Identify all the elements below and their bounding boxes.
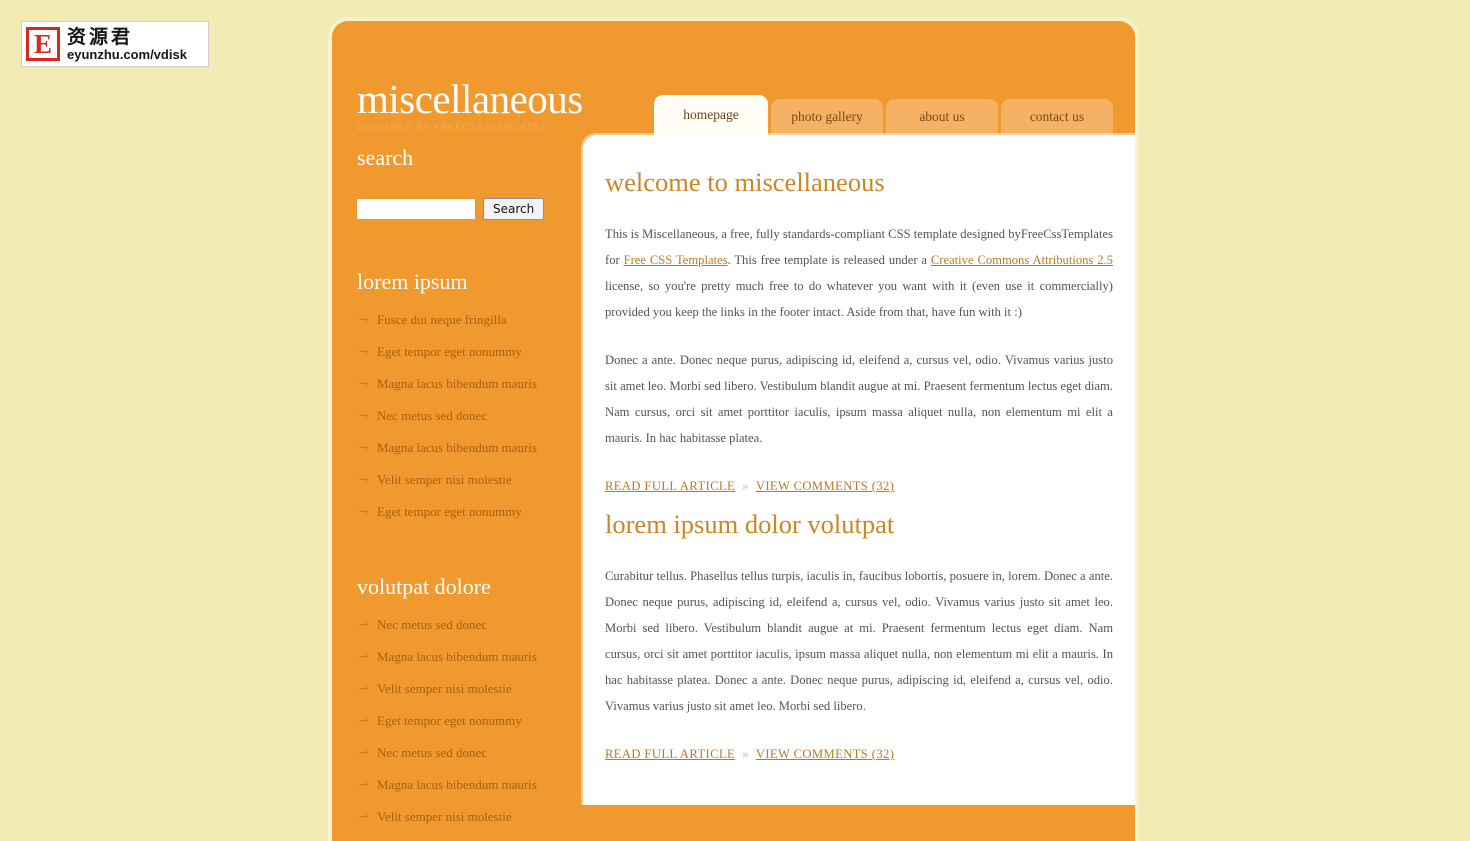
sidebar-block: volutpat dolore → Nec metus sed donec → Magn… xyxy=(357,572,583,833)
search-button[interactable]: Search xyxy=(483,198,545,220)
creative-commons-link[interactable]: Creative Commons Attributions 2.5 xyxy=(931,253,1113,267)
post-paragraph-2: Donec a ante. Donec neque purus, adipisc… xyxy=(605,353,1113,445)
list-item[interactable]: → Magna lacus bibendum mauris xyxy=(357,368,583,400)
meta-separator: » xyxy=(742,479,749,493)
sidebar: search Search lorem ipsum → Fusce dui nequ… xyxy=(332,135,583,833)
list-item[interactable]: → Eget tempor eget nonummy xyxy=(357,336,583,368)
list-item[interactable]: → Velit semper nisi molestie xyxy=(357,673,583,705)
meta-separator: » xyxy=(742,747,749,761)
sidebar-link-list: → Nec metus sed donec → Magna lacus bibendu… xyxy=(357,609,583,833)
list-item[interactable]: → Nec metus sed donec xyxy=(357,400,583,432)
search-form[interactable]: Search xyxy=(357,198,583,220)
arrow-right-icon: → xyxy=(359,682,369,695)
nav-item-homepage[interactable]: homepage xyxy=(654,95,768,135)
sidebar-blocks: lorem ipsum → Fusce dui neque fringilla → Eg… xyxy=(357,267,583,833)
post-welcome: welcome to miscellaneous This is Miscell… xyxy=(605,165,1113,499)
site-tagline: DESIGNED BY FREECSSTEMPLATES xyxy=(357,122,548,132)
post-meta: READ FULL ARTICLE » VIEW COMMENTS (32) xyxy=(605,473,1113,499)
list-item[interactable]: → Nec metus sed donec xyxy=(357,737,583,769)
nav-item-about-us[interactable]: about us xyxy=(886,99,998,135)
list-item[interactable]: → Velit semper nisi molestie xyxy=(357,464,583,496)
watermark-badge-icon: E xyxy=(26,27,60,61)
main-content: welcome to miscellaneous This is Miscell… xyxy=(583,135,1135,805)
post-text-c: license, so you're pretty much free to d… xyxy=(605,279,1113,319)
arrow-right-icon: → xyxy=(359,650,369,663)
arrow-right-icon: → xyxy=(359,409,369,422)
site-title: miscellaneous xyxy=(357,76,583,122)
sidebar-link[interactable]: Eget tempor eget nonummy xyxy=(377,713,522,728)
sidebar-link[interactable]: Fusce dui neque fringilla xyxy=(377,312,507,327)
sidebar-link[interactable]: Magna lacus bibendum mauris xyxy=(377,649,537,664)
arrow-right-icon: → xyxy=(359,778,369,791)
nav-item-photo-gallery[interactable]: photo gallery xyxy=(771,99,883,135)
list-item[interactable]: → Nec metus sed donec xyxy=(357,609,583,641)
sidebar-link[interactable]: Magna lacus bibendum mauris xyxy=(377,440,537,455)
arrow-right-icon: → xyxy=(359,473,369,486)
list-item[interactable]: → Eget tempor eget nonummy xyxy=(357,496,583,528)
arrow-right-icon: → xyxy=(359,746,369,759)
post-title: welcome to miscellaneous xyxy=(605,167,885,197)
view-comments-link[interactable]: VIEW COMMENTS (32) xyxy=(756,747,895,761)
sidebar-link[interactable]: Eget tempor eget nonummy xyxy=(377,504,522,519)
sidebar-link[interactable]: Velit semper nisi molestie xyxy=(377,809,512,824)
list-item[interactable]: → Eget tempor eget nonummy xyxy=(357,705,583,737)
post-meta: READ FULL ARTICLE » VIEW COMMENTS (32) xyxy=(605,741,1113,767)
sidebar-link[interactable]: Nec metus sed donec xyxy=(377,408,487,423)
arrow-right-icon: → xyxy=(359,441,369,454)
watermark-url-label: eyunzhu.com/vdisk xyxy=(67,46,187,62)
sidebar-block-heading: lorem ipsum xyxy=(357,269,468,294)
list-item[interactable]: → Velit semper nisi molestie xyxy=(357,801,583,833)
list-item[interactable]: → Magna lacus bibendum mauris xyxy=(357,769,583,801)
view-comments-link[interactable]: VIEW COMMENTS (32) xyxy=(756,479,895,493)
arrow-right-icon: → xyxy=(359,345,369,358)
watermark-logo: E 资源君 eyunzhu.com/vdisk xyxy=(21,21,209,67)
list-item[interactable]: → Magna lacus bibendum mauris xyxy=(357,641,583,673)
post-title: lorem ipsum dolor volutpat xyxy=(605,509,895,539)
arrow-right-icon: → xyxy=(359,313,369,326)
list-item[interactable]: → Fusce dui neque fringilla xyxy=(357,304,583,336)
sidebar-link[interactable]: Velit semper nisi molestie xyxy=(377,472,512,487)
sidebar-link[interactable]: Velit semper nisi molestie xyxy=(377,681,512,696)
body-wrapper: search Search lorem ipsum → Fusce dui nequ… xyxy=(332,135,1135,833)
arrow-right-icon: → xyxy=(359,714,369,727)
sidebar-link[interactable]: Nec metus sed donec xyxy=(377,617,487,632)
main-navigation[interactable]: homepage photo gallery about us contact us xyxy=(654,95,1113,135)
search-heading: search xyxy=(357,145,414,170)
post-paragraph: Curabitur tellus. Phasellus tellus turpi… xyxy=(605,569,1113,713)
sidebar-link-list: → Fusce dui neque fringilla → Eget tempor e… xyxy=(357,304,583,528)
brand: miscellaneous DESIGNED BY FREECSSTEMPLAT… xyxy=(357,77,583,132)
arrow-right-icon: → xyxy=(359,810,369,823)
sidebar-link[interactable]: Magna lacus bibendum mauris xyxy=(377,777,537,792)
arrow-right-icon: → xyxy=(359,377,369,390)
arrow-right-icon: → xyxy=(359,505,369,518)
page-container: miscellaneous DESIGNED BY FREECSSTEMPLAT… xyxy=(332,21,1135,841)
search-input[interactable] xyxy=(357,199,475,219)
sidebar-block: lorem ipsum → Fusce dui neque fringilla → Eg… xyxy=(357,267,583,528)
watermark-chinese-label: 资源君 xyxy=(67,25,134,48)
site-header: miscellaneous DESIGNED BY FREECSSTEMPLAT… xyxy=(332,21,1135,135)
watermark-text: 资源君 eyunzhu.com/vdisk xyxy=(67,25,187,62)
post-text-b: . This free template is released under a xyxy=(727,253,931,267)
arrow-right-icon: → xyxy=(359,618,369,631)
free-css-templates-link[interactable]: Free CSS Templates xyxy=(624,253,728,267)
sidebar-link[interactable]: Magna lacus bibendum mauris xyxy=(377,376,537,391)
post-paragraph: This is Miscellaneous, a free, fully sta… xyxy=(605,221,1113,325)
sidebar-link[interactable]: Nec metus sed donec xyxy=(377,745,487,760)
sidebar-block-heading: volutpat dolore xyxy=(357,574,491,599)
read-full-article-link[interactable]: READ FULL ARTICLE xyxy=(605,479,735,493)
nav-item-contact-us[interactable]: contact us xyxy=(1001,99,1113,135)
sidebar-link[interactable]: Eget tempor eget nonummy xyxy=(377,344,522,359)
post-lorem-ipsum: lorem ipsum dolor volutpat Curabitur tel… xyxy=(605,507,1113,767)
list-item[interactable]: → Magna lacus bibendum mauris xyxy=(357,432,583,464)
read-full-article-link[interactable]: READ FULL ARTICLE xyxy=(605,747,735,761)
